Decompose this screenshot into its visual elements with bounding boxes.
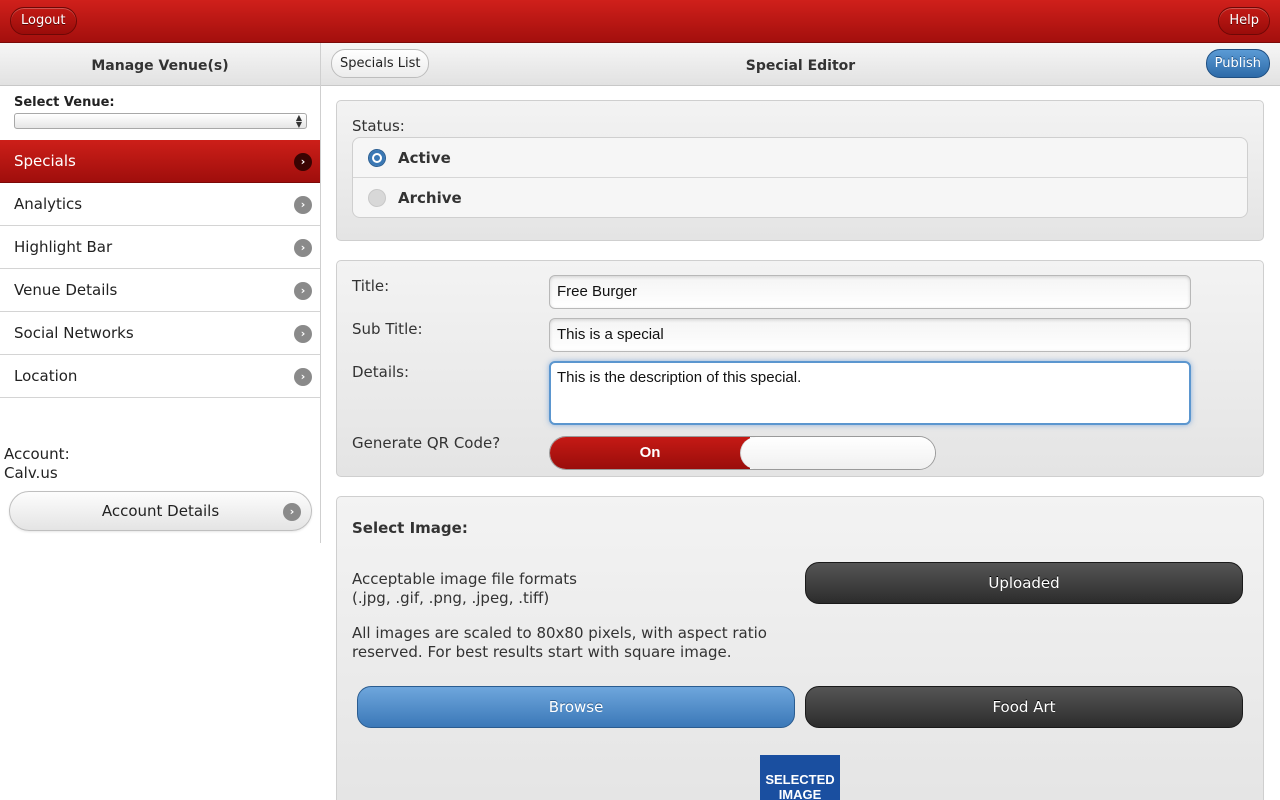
status-option-label: Archive (398, 189, 462, 207)
selected-image-preview: SELECTED IMAGE (760, 755, 840, 800)
sidebar-item-label: Location (14, 367, 78, 385)
sidebar-item-analytics[interactable]: Analytics › (0, 183, 320, 226)
sidebar-menu: Specials › Analytics › Highlight Bar › V… (0, 140, 320, 398)
chevron-right-icon: › (294, 325, 312, 343)
details-textarea[interactable]: This is the description of this special. (549, 361, 1191, 425)
publish-button[interactable]: Publish (1205, 49, 1270, 78)
food-art-button[interactable]: Food Art (805, 686, 1243, 728)
selected-image-text: SELECTED (765, 772, 835, 787)
uploaded-button[interactable]: Uploaded (805, 562, 1243, 604)
title-field[interactable]: Free Burger (549, 275, 1191, 309)
editor-body: Status: Active Archive Title: Free Burge… (321, 87, 1280, 800)
page-title: Special Editor (745, 58, 856, 74)
radio-selected-icon (368, 149, 386, 167)
title-label: Title: (352, 277, 390, 295)
chevron-right-icon: › (294, 153, 312, 171)
status-option-label: Active (398, 149, 451, 167)
details-panel: Title: Free Burger Sub Title: This is a … (336, 260, 1264, 477)
radio-unselected-icon (368, 189, 386, 207)
sidebar-item-location[interactable]: Location › (0, 355, 320, 398)
scaling-line: All images are scaled to 80x80 pixels, w… (352, 624, 767, 642)
select-arrows-icon: ▲ ▼ (295, 113, 302, 129)
status-option-active[interactable]: Active (353, 138, 1247, 178)
top-bar: Logout Help (0, 0, 1280, 43)
toggle-handle[interactable] (740, 437, 935, 469)
chevron-right-icon: › (294, 196, 312, 214)
formats-line: Acceptable image file formats (352, 570, 577, 588)
chevron-right-icon: › (294, 239, 312, 257)
sidebar-title: Manage Venue(s) (0, 43, 320, 86)
image-scaling-text: All images are scaled to 80x80 pixels, w… (352, 624, 772, 662)
status-option-archive[interactable]: Archive (353, 178, 1247, 218)
account-info: Account: Calv.us (4, 445, 70, 483)
logout-button[interactable]: Logout (10, 7, 77, 35)
scaling-line: reserved. For best results start with sq… (352, 643, 732, 661)
subtitle-field[interactable]: This is a special (549, 318, 1191, 352)
browse-button[interactable]: Browse (357, 686, 795, 728)
chevron-right-icon: › (294, 282, 312, 300)
sidebar-item-label: Highlight Bar (14, 238, 113, 256)
editor-header: Special Editor Specials List Publish (321, 43, 1280, 86)
account-name: Calv.us (4, 464, 58, 482)
account-details-label: Account Details (101, 502, 220, 520)
sidebar-item-label: Venue Details (14, 281, 118, 299)
venue-select[interactable]: ▲ ▼ (14, 113, 307, 129)
account-label: Account: (4, 445, 70, 463)
image-panel: Select Image: Acceptable image file form… (336, 496, 1264, 800)
specials-list-button[interactable]: Specials List (331, 49, 430, 78)
status-panel: Status: Active Archive (336, 100, 1264, 241)
sidebar-item-highlight-bar[interactable]: Highlight Bar › (0, 226, 320, 269)
sidebar-item-label: Analytics (14, 195, 83, 213)
sidebar-item-specials[interactable]: Specials › (0, 140, 320, 183)
sidebar: Manage Venue(s) Select Venue: ▲ ▼ Special… (0, 43, 321, 543)
details-label: Details: (352, 363, 410, 381)
image-formats-text: Acceptable image file formats (.jpg, .gi… (352, 570, 577, 608)
sidebar-item-venue-details[interactable]: Venue Details › (0, 269, 320, 312)
selected-image-text: IMAGE (778, 787, 822, 800)
chevron-right-icon: › (294, 368, 312, 386)
select-image-label: Select Image: (352, 519, 468, 537)
chevron-right-icon: › (283, 503, 301, 521)
status-radio-group: Active Archive (352, 137, 1248, 218)
formats-line: (.jpg, .gif, .png, .jpeg, .tiff) (352, 589, 550, 607)
status-label: Status: (352, 117, 405, 135)
sidebar-item-social-networks[interactable]: Social Networks › (0, 312, 320, 355)
sidebar-item-label: Specials (14, 152, 76, 170)
help-button[interactable]: Help (1218, 7, 1270, 35)
sidebar-item-label: Social Networks (14, 324, 134, 342)
account-details-button[interactable]: Account Details › (9, 491, 312, 531)
qr-code-label: Generate QR Code? (352, 434, 501, 452)
select-venue-label: Select Venue: (14, 95, 115, 110)
toggle-on-state: On (550, 437, 750, 469)
subtitle-label: Sub Title: (352, 320, 423, 338)
qr-code-toggle[interactable]: On (549, 436, 936, 470)
